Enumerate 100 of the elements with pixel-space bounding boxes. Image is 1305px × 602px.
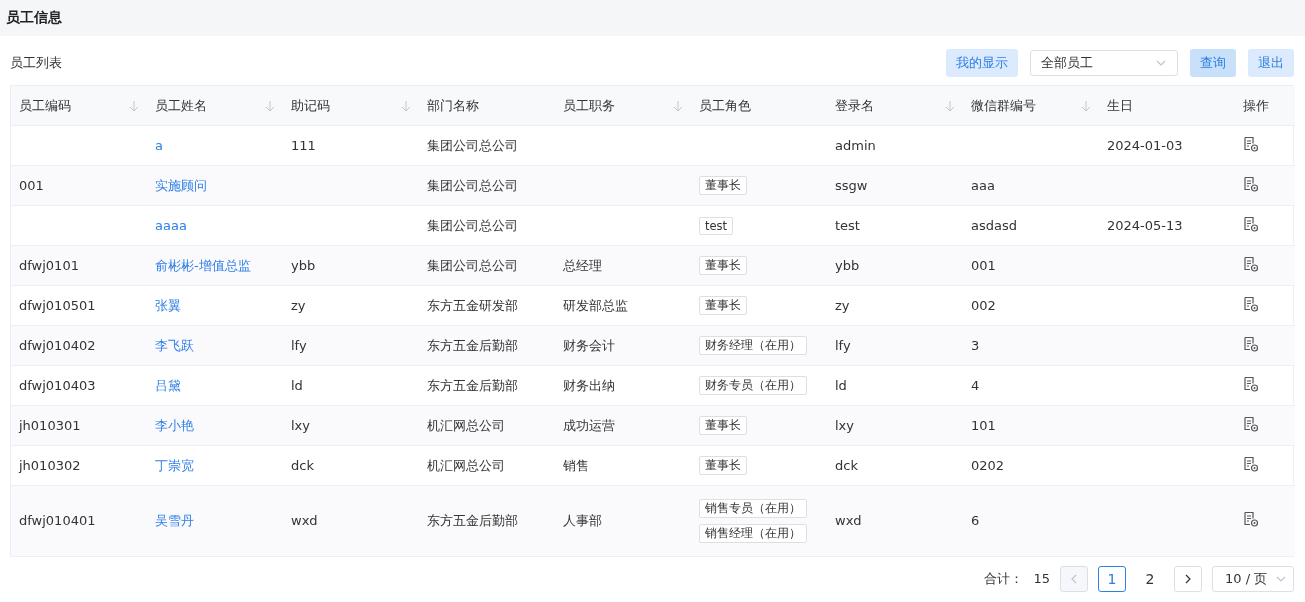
table-cell: 002: [971, 298, 996, 313]
table-cell: jh010301: [19, 418, 81, 433]
table-cell: ybb: [835, 258, 860, 273]
table-cell: dfwj010501: [19, 298, 96, 313]
column-header: 助记码: [291, 96, 330, 115]
employee-name-link[interactable]: aaaa: [155, 218, 187, 233]
document-settings-icon[interactable]: [1243, 256, 1259, 272]
display-button[interactable]: 我的显示: [946, 49, 1018, 77]
table-cell: lfy: [291, 338, 307, 353]
document-settings-icon[interactable]: [1243, 296, 1259, 312]
column-header: 登录名: [835, 96, 874, 115]
column-header: 微信群编号: [971, 96, 1036, 115]
role-tag: 董事长: [699, 256, 747, 275]
column-header: 员工编码: [19, 96, 71, 115]
role-tag: 董事长: [699, 456, 747, 475]
employee-name-link[interactable]: a: [155, 138, 163, 153]
document-settings-icon[interactable]: [1243, 456, 1259, 472]
table-cell: 财务会计: [563, 337, 615, 353]
document-settings-icon[interactable]: [1243, 216, 1259, 232]
exit-button[interactable]: 退出: [1248, 49, 1294, 77]
column-header: 员工角色: [699, 96, 751, 115]
document-settings-icon[interactable]: [1243, 176, 1259, 192]
total-count: 15: [1033, 571, 1050, 586]
table-cell: wxd: [291, 513, 318, 529]
table-cell: aaa: [971, 178, 995, 193]
table-cell: 机汇网总公司: [427, 457, 505, 473]
table-cell: 东方五金研发部: [427, 297, 518, 313]
role-tag: 销售经理（在用）: [699, 523, 807, 543]
employee-name-link[interactable]: 丁崇宽: [155, 457, 194, 473]
table-cell: 101: [971, 418, 996, 433]
query-button[interactable]: 查询: [1190, 49, 1236, 77]
role-tag: 财务专员（在用）: [699, 376, 807, 395]
employee-name-link[interactable]: 实施顾问: [155, 177, 207, 193]
table-cell: dfwj010403: [19, 378, 96, 393]
table-cell: 研发部总监: [563, 297, 628, 313]
table-cell: 集团公司总公司: [427, 137, 518, 153]
table-cell: dck: [835, 458, 858, 473]
table-cell: lfy: [835, 338, 851, 353]
table-cell: 2024-05-13: [1107, 218, 1183, 233]
document-settings-icon[interactable]: [1243, 376, 1259, 392]
document-settings-icon[interactable]: [1243, 336, 1259, 352]
table-cell: 财务出纳: [563, 377, 615, 393]
table-cell: dck: [291, 458, 314, 473]
table-cell: zy: [835, 298, 850, 313]
column-header: 部门名称: [427, 96, 479, 115]
table-cell: 东方五金后勤部: [427, 337, 518, 353]
table-cell: lxy: [835, 418, 854, 433]
document-settings-icon[interactable]: [1243, 511, 1259, 528]
table-cell: dfwj010402: [19, 338, 96, 353]
table-cell: jh010302: [19, 458, 81, 473]
employee-name-link[interactable]: 李飞跃: [155, 337, 194, 353]
table-cell: 东方五金后勤部: [427, 377, 518, 393]
employee-name-link[interactable]: 李小艳: [155, 417, 194, 433]
table-cell: 集团公司总公司: [427, 257, 518, 273]
table-cell: 总经理: [563, 257, 602, 273]
table-cell: 成功运营: [563, 417, 615, 433]
role-tag: 财务经理（在用）: [699, 336, 807, 355]
table-cell: 集团公司总公司: [427, 177, 518, 193]
role-tag: test: [699, 216, 734, 235]
employee-name-link[interactable]: 吴雪丹: [155, 512, 194, 528]
table-cell: asdasd: [971, 218, 1017, 233]
page-size-select[interactable]: 10 / 页: [1212, 565, 1294, 592]
table-cell: 2024-01-03: [1107, 138, 1183, 153]
column-header: 员工姓名: [155, 96, 207, 115]
employee-name-link[interactable]: 张翼: [155, 297, 181, 313]
table-cell: dfwj0101: [19, 258, 79, 273]
table-cell: 销售: [563, 457, 589, 473]
table-cell: dfwj010401: [19, 513, 96, 529]
total-label: 合计：: [984, 569, 1024, 588]
table-cell: ld: [291, 378, 303, 393]
employee-filter-select[interactable]: 全部员工: [1030, 50, 1178, 76]
table-cell: 3: [971, 338, 980, 353]
table-cell: ld: [835, 378, 847, 393]
role-tag: 董事长: [699, 416, 747, 435]
employee-name-link[interactable]: 吕黛: [155, 377, 181, 393]
table-cell: ybb: [291, 258, 316, 273]
table-cell: 0202: [971, 458, 1005, 473]
table-cell: 东方五金后勤部: [427, 512, 518, 528]
table-cell: 001: [19, 178, 44, 193]
page-button[interactable]: 1: [1098, 565, 1126, 592]
table-cell: wxd: [835, 513, 862, 529]
role-tag: 董事长: [699, 296, 747, 315]
table-cell: 6: [971, 513, 980, 529]
column-header: 员工职务: [563, 96, 615, 115]
document-settings-icon[interactable]: [1243, 416, 1259, 432]
page-title: 员工信息: [6, 9, 62, 27]
table-cell: lxy: [291, 418, 310, 433]
column-header: 操作: [1243, 96, 1269, 115]
role-tag: 董事长: [699, 176, 747, 195]
table-cell: admin: [835, 138, 876, 153]
table-cell: ssgw: [835, 178, 868, 193]
role-tag: 销售专员（在用）: [699, 498, 807, 518]
column-header: 生日: [1107, 96, 1133, 115]
table-cell: test: [835, 218, 860, 233]
document-settings-icon[interactable]: [1243, 136, 1259, 152]
table-cell: 人事部: [563, 512, 602, 528]
table-cell: 111: [291, 138, 316, 153]
section-title: 员工列表: [10, 54, 63, 72]
table-cell: zy: [291, 298, 306, 313]
table-cell: 4: [971, 378, 980, 393]
